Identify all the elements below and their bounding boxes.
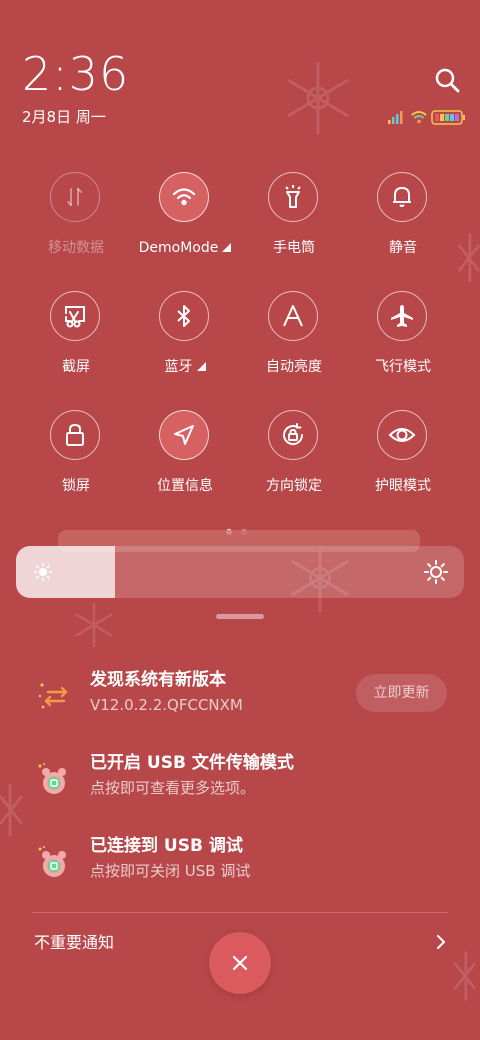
tile-button[interactable] (268, 410, 318, 460)
notification-system-update[interactable]: 发现系统有新版本 V12.0.2.2.QFCCNXM 立即更新 (0, 668, 480, 738)
flashlight-icon (285, 185, 301, 208)
battery-icon (431, 110, 465, 125)
location-icon (174, 425, 194, 445)
notification-title: 发现系统有新版本 (90, 670, 226, 690)
date-label[interactable]: 2月8日 周一 (22, 107, 106, 127)
brightness-fill (16, 546, 115, 598)
tile-button[interactable] (159, 410, 209, 460)
wifi-icon (172, 188, 196, 206)
search-button[interactable] (432, 66, 462, 96)
auto-brightness-icon (283, 305, 303, 327)
eye-icon (388, 428, 416, 442)
notification-usb-debugging[interactable]: 已连接到 USB 调试 点按即可关闭 USB 调试 (0, 834, 480, 904)
airplane-icon (391, 305, 413, 327)
clear-all-button[interactable] (209, 932, 271, 994)
tile-label: 方向锁定 (266, 478, 322, 494)
bluetooth-icon (177, 305, 190, 327)
tile-button[interactable] (50, 410, 100, 460)
expand-triangle-icon (196, 362, 206, 371)
snowflake-decoration (453, 951, 477, 1001)
update-now-button[interactable]: 立即更新 (356, 674, 447, 712)
tile-button[interactable] (159, 291, 209, 341)
tile-label-row: 蓝牙 (130, 358, 240, 376)
clock[interactable]: 2:36 (22, 46, 129, 102)
tile-button[interactable] (159, 172, 209, 222)
screenshot-icon (65, 306, 85, 328)
tile-button[interactable] (377, 172, 427, 222)
system-update-icon (38, 683, 68, 709)
notification-text: 点按即可关闭 USB 调试 (90, 862, 251, 880)
notification-usb-transfer[interactable]: 已开启 USB 文件传输模式 点按即可查看更多选项。 (0, 751, 480, 821)
divider (32, 912, 448, 913)
tile-label-row: DemoMode (130, 239, 240, 257)
rotation-lock-icon (283, 423, 304, 446)
tile-label: 锁屏 (62, 478, 90, 494)
bell-icon (393, 187, 411, 207)
tile-label: 飞行模式 (375, 359, 431, 375)
brightness-low-icon (33, 562, 53, 582)
notification-title: 已连接到 USB 调试 (90, 836, 243, 856)
mobile-data-icon (67, 188, 82, 206)
wifi-status-icon (411, 111, 427, 124)
tile-button[interactable] (377, 291, 427, 341)
notification-title: 已开启 USB 文件传输模式 (90, 753, 294, 773)
tile-button[interactable] (50, 291, 100, 341)
snowflake-decoration (457, 233, 480, 283)
usb-app-icon (38, 846, 66, 877)
tile-button[interactable] (50, 172, 100, 222)
search-icon (435, 68, 460, 93)
signal-icon (388, 111, 403, 124)
status-icons (388, 110, 465, 125)
tile-label: 位置信息 (157, 478, 213, 494)
tile-button[interactable] (268, 172, 318, 222)
brightness-slider[interactable] (16, 546, 464, 598)
tile-label: 自动亮度 (266, 359, 322, 375)
drag-handle[interactable] (216, 614, 264, 619)
tile-label: 移动数据 (48, 240, 104, 256)
brightness-high-icon (424, 560, 448, 584)
tile-button[interactable] (377, 410, 427, 460)
tile-label: 截屏 (62, 359, 90, 375)
tile-label: 静音 (389, 240, 417, 256)
close-icon (232, 955, 248, 971)
tile-label: 手电筒 (273, 240, 315, 256)
lock-icon (66, 423, 84, 446)
snowflake-decoration (287, 62, 349, 134)
tile-label: DemoMode (138, 240, 219, 256)
tile-label: 蓝牙 (164, 359, 193, 375)
notification-text: 点按即可查看更多选项。 (90, 779, 256, 797)
unimportant-notifications-link[interactable]: 不重要通知 (34, 932, 114, 954)
notification-text: V12.0.2.2.QFCCNXM (90, 696, 243, 714)
expand-triangle-icon (222, 243, 232, 252)
chevron-right-icon[interactable] (432, 933, 450, 951)
tile-label: 护眼模式 (375, 478, 431, 494)
snowflake-decoration (75, 603, 113, 647)
tile-button[interactable] (268, 291, 318, 341)
usb-app-icon (38, 763, 66, 794)
